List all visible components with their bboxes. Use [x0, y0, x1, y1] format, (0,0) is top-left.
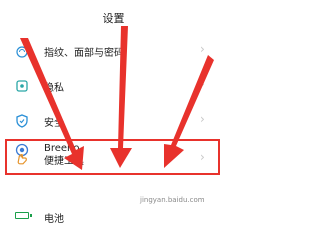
annotation-arrow-center: [110, 26, 132, 168]
annotation-arrow-left: [20, 38, 84, 170]
annotation-arrows: [20, 26, 214, 170]
annotation-arrow-right: [164, 55, 214, 168]
